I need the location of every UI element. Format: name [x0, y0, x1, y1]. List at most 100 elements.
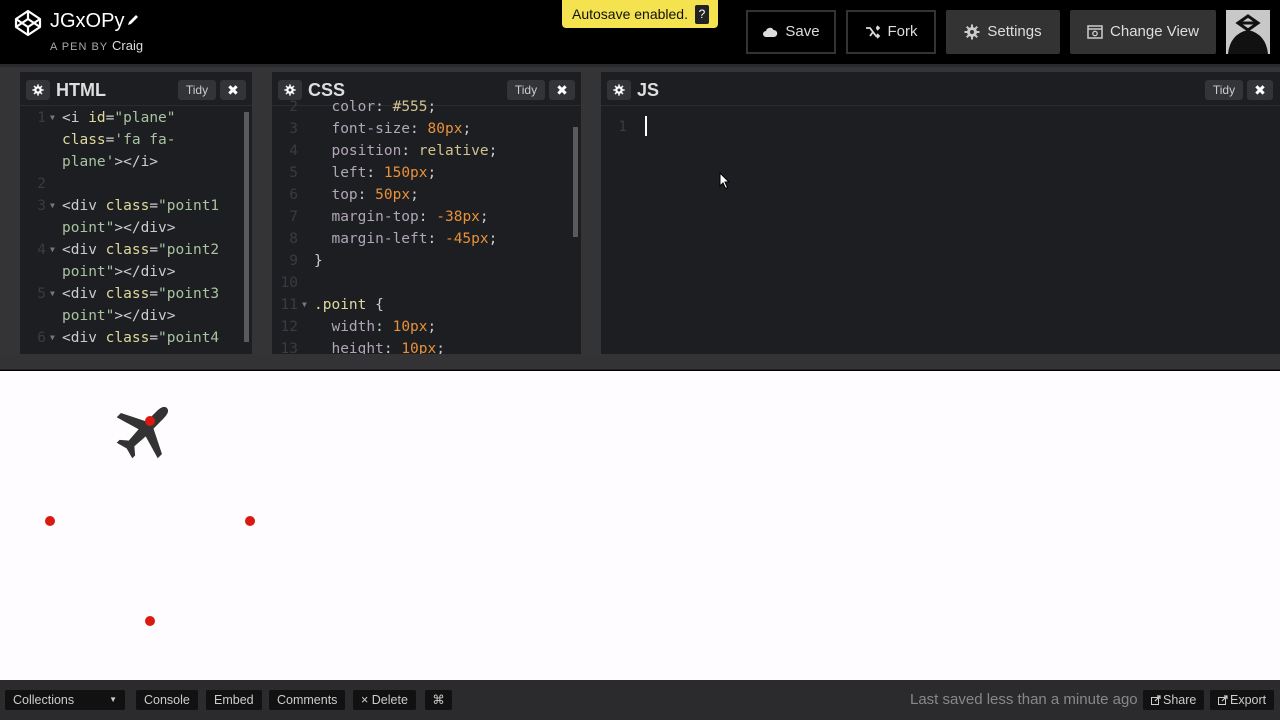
- code-line[interactable]: 4 ▼ <div class="point2: [20, 239, 252, 261]
- code-token: class: [105, 198, 150, 214]
- pen-byline: A PEN BY Craig: [50, 39, 143, 54]
- save-label: Save: [785, 23, 820, 40]
- js-close-button[interactable]: ✖: [1247, 80, 1273, 100]
- code-token: ;: [410, 187, 419, 203]
- comments-button[interactable]: Comments: [269, 690, 346, 710]
- code-token: ;: [427, 99, 437, 115]
- code-line[interactable]: 11 ▼ .point {: [272, 294, 581, 316]
- code-line[interactable]: 2 color: #555;: [272, 96, 581, 118]
- share-label: Share: [1163, 693, 1197, 707]
- collections-dropdown[interactable]: Collections ▼: [5, 690, 125, 710]
- code-line[interactable]: plane'></i>: [20, 151, 252, 173]
- html-scrollbar[interactable]: [244, 112, 249, 342]
- settings-button[interactable]: Settings: [946, 10, 1060, 54]
- header: JGxOPy A PEN BY Craig Autosave enabled. …: [0, 0, 1280, 64]
- code-text: point"></div>: [62, 305, 176, 327]
- fold-arrow-icon[interactable]: ▼: [50, 107, 55, 129]
- fold-arrow-icon[interactable]: ▼: [50, 195, 55, 217]
- code-token: :: [375, 99, 393, 115]
- css-code-editor[interactable]: 2 color: #555; 3 font-size: 80px; 4 positi…: [272, 96, 581, 355]
- autosave-help-button[interactable]: ?: [695, 5, 709, 24]
- code-line[interactable]: 3 font-size: 80px;: [272, 118, 581, 140]
- code-line[interactable]: 6 top: 50px;: [272, 184, 581, 206]
- keyboard-shortcuts-button[interactable]: ⌘: [425, 690, 452, 710]
- code-token: class: [62, 132, 106, 148]
- code-token: :: [383, 341, 402, 355]
- code-line[interactable]: 1: [601, 116, 1280, 138]
- export-button[interactable]: Export: [1210, 690, 1275, 710]
- code-line[interactable]: 9}: [272, 250, 581, 272]
- code-token: "point2: [158, 242, 220, 258]
- code-token: ;: [488, 231, 498, 247]
- codepen-logo-icon[interactable]: [14, 9, 42, 37]
- line-number: 5: [289, 165, 298, 181]
- code-token: 150px: [383, 165, 428, 181]
- js-tidy-button[interactable]: Tidy: [1205, 80, 1243, 100]
- fold-arrow-icon[interactable]: ▼: [50, 239, 55, 261]
- code-text: left: 150px;: [314, 162, 436, 184]
- html-code-editor[interactable]: 1 ▼ <i id="plane" class='fa fa-plane'></i> 2…: [20, 107, 252, 355]
- code-line[interactable]: 5 ▼ <div class="point3: [20, 283, 252, 305]
- code-text: <i id="plane": [62, 107, 176, 129]
- code-token: 10px: [392, 319, 428, 335]
- code-line[interactable]: point"></div>: [20, 217, 252, 239]
- code-text: font-size: 80px;: [314, 118, 471, 140]
- js-settings-button[interactable]: [607, 80, 631, 100]
- fork-button[interactable]: Fork: [846, 10, 936, 54]
- line-number: 2: [37, 176, 46, 192]
- fold-arrow-icon[interactable]: ▼: [50, 283, 55, 305]
- pencil-icon[interactable]: [126, 13, 140, 27]
- resize-handle[interactable]: [0, 354, 1280, 370]
- code-text: width: 10px;: [314, 316, 436, 338]
- save-button[interactable]: Save: [746, 10, 836, 54]
- autosave-text: Autosave enabled.: [572, 6, 688, 22]
- code-text: <div class="point1: [62, 195, 219, 217]
- code-line[interactable]: 13 height: 10px;: [272, 338, 581, 355]
- console-button[interactable]: Console: [136, 690, 198, 710]
- code-line[interactable]: 10: [272, 272, 581, 294]
- pen-title[interactable]: JGxOPy: [50, 9, 124, 33]
- code-token: :: [357, 187, 376, 203]
- code-text: color: #555;: [314, 96, 436, 118]
- code-line[interactable]: 12 width: 10px;: [272, 316, 581, 338]
- code-line[interactable]: 8 margin-left: -45px;: [272, 228, 581, 250]
- code-token: plane': [62, 154, 115, 170]
- code-token: 80px: [427, 121, 463, 137]
- html-close-button[interactable]: ✖: [220, 80, 246, 100]
- css-scrollbar[interactable]: [573, 127, 578, 237]
- code-text: margin-top: -38px;: [314, 206, 488, 228]
- code-line[interactable]: point"></div>: [20, 261, 252, 283]
- code-token: =: [149, 286, 159, 302]
- change-view-button[interactable]: Change View: [1070, 10, 1216, 54]
- preview-frame[interactable]: [0, 371, 1280, 680]
- code-token: point": [62, 220, 115, 236]
- line-number: 5: [37, 286, 46, 302]
- code-line[interactable]: 6 ▼ <div class="point4: [20, 327, 252, 349]
- code-token: font-size: [331, 121, 411, 137]
- code-line[interactable]: 7 margin-top: -38px;: [272, 206, 581, 228]
- code-line[interactable]: 2: [20, 173, 252, 195]
- plane-icon: [116, 406, 169, 459]
- delete-button[interactable]: × Delete: [353, 690, 416, 710]
- author-link[interactable]: Craig: [112, 38, 143, 53]
- code-text: top: 50px;: [314, 184, 419, 206]
- code-token: =: [149, 242, 159, 258]
- footer-bar: Collections ▼ Console Embed Comments × D…: [0, 680, 1280, 720]
- js-code-editor[interactable]: 1: [601, 116, 1280, 355]
- code-line[interactable]: 5 left: 150px;: [272, 162, 581, 184]
- fold-arrow-icon[interactable]: ▼: [302, 294, 307, 316]
- code-token: :: [366, 165, 384, 181]
- code-line[interactable]: point"></div>: [20, 305, 252, 327]
- user-avatar[interactable]: [1226, 10, 1270, 54]
- embed-button[interactable]: Embed: [206, 690, 262, 710]
- share-button[interactable]: Share: [1143, 690, 1205, 710]
- code-text: position: relative;: [314, 140, 497, 162]
- code-token: "point4: [158, 330, 220, 346]
- code-line[interactable]: 1 ▼ <i id="plane": [20, 107, 252, 129]
- code-line[interactable]: class='fa fa-: [20, 129, 252, 151]
- code-line[interactable]: 4 position: relative;: [272, 140, 581, 162]
- fold-arrow-icon[interactable]: ▼: [50, 327, 55, 349]
- html-settings-button[interactable]: [26, 80, 50, 100]
- html-tidy-button[interactable]: Tidy: [178, 80, 216, 100]
- code-line[interactable]: 3 ▼ <div class="point1: [20, 195, 252, 217]
